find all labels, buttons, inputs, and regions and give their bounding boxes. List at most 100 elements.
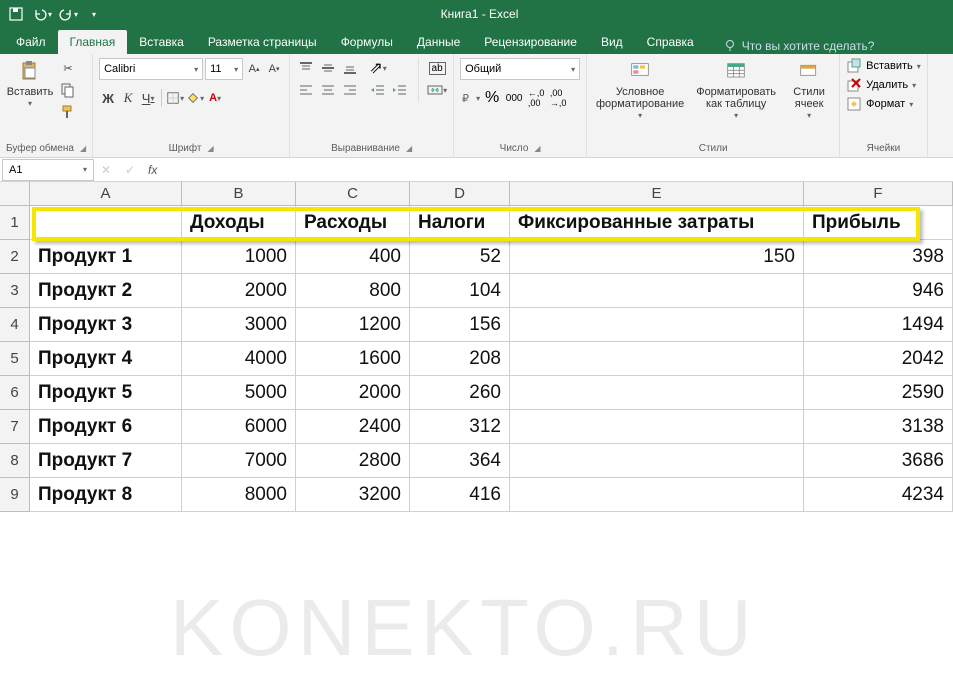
align-top-icon[interactable] xyxy=(296,58,316,78)
cell-A5[interactable]: Продукт 4 xyxy=(30,342,182,376)
row-header-3[interactable]: 3 xyxy=(0,274,30,308)
number-format-select[interactable]: Общий▾ xyxy=(460,58,580,80)
cell-C8[interactable]: 2800 xyxy=(296,444,410,478)
row-header-9[interactable]: 9 xyxy=(0,478,30,512)
cell-B9[interactable]: 8000 xyxy=(182,478,296,512)
cell-B7[interactable]: 6000 xyxy=(182,410,296,444)
col-header-E[interactable]: E xyxy=(510,182,804,205)
col-header-A[interactable]: A xyxy=(30,182,182,205)
cell-B3[interactable]: 2000 xyxy=(182,274,296,308)
cell-B8[interactable]: 7000 xyxy=(182,444,296,478)
cell-E7[interactable] xyxy=(510,410,804,444)
tab-help[interactable]: Справка xyxy=(635,30,706,54)
cell-E1[interactable]: Фиксированные затраты xyxy=(510,206,804,240)
cell-A7[interactable]: Продукт 6 xyxy=(30,410,182,444)
format-cells-button[interactable]: Формат▾ xyxy=(846,96,921,112)
cell-F6[interactable]: 2590 xyxy=(804,376,953,410)
accounting-format-icon[interactable]: ₽▾ xyxy=(460,88,480,108)
grow-font-icon[interactable]: A▴ xyxy=(245,59,263,79)
col-header-B[interactable]: B xyxy=(182,182,296,205)
cell-D9[interactable]: 416 xyxy=(410,478,510,512)
cell-C1[interactable]: Расходы xyxy=(296,206,410,240)
cell-E3[interactable] xyxy=(510,274,804,308)
comma-format-icon[interactable]: 000 xyxy=(504,88,524,108)
cell-D7[interactable]: 312 xyxy=(410,410,510,444)
tab-formulas[interactable]: Формулы xyxy=(329,30,405,54)
cell-A6[interactable]: Продукт 5 xyxy=(30,376,182,410)
cell-E2[interactable]: 150 xyxy=(510,240,804,274)
tab-insert[interactable]: Вставка xyxy=(127,30,196,54)
cell-D2[interactable]: 52 xyxy=(410,240,510,274)
cell-E4[interactable] xyxy=(510,308,804,342)
cell-C7[interactable]: 2400 xyxy=(296,410,410,444)
row-header-7[interactable]: 7 xyxy=(0,410,30,444)
cell-C9[interactable]: 3200 xyxy=(296,478,410,512)
row-header-2[interactable]: 2 xyxy=(0,240,30,274)
wrap-text-icon[interactable]: ab xyxy=(427,58,447,78)
cell-A3[interactable]: Продукт 2 xyxy=(30,274,182,308)
tell-me-search[interactable]: Что вы хотите сделать? xyxy=(706,38,875,54)
underline-button[interactable]: Ч▾ xyxy=(139,88,157,108)
align-bottom-icon[interactable] xyxy=(340,58,360,78)
tab-home[interactable]: Главная xyxy=(58,30,128,54)
tab-data[interactable]: Данные xyxy=(405,30,472,54)
tab-page-layout[interactable]: Разметка страницы xyxy=(196,30,329,54)
cell-B2[interactable]: 1000 xyxy=(182,240,296,274)
percent-format-icon[interactable]: % xyxy=(482,88,502,108)
font-color-icon[interactable]: A▾ xyxy=(206,88,224,108)
redo-icon[interactable]: ▾ xyxy=(56,2,80,26)
copy-icon[interactable] xyxy=(58,80,78,100)
cell-F9[interactable]: 4234 xyxy=(804,478,953,512)
formula-input[interactable] xyxy=(163,159,953,181)
fx-icon[interactable]: fx xyxy=(142,163,163,177)
cell-E6[interactable] xyxy=(510,376,804,410)
cell-A8[interactable]: Продукт 7 xyxy=(30,444,182,478)
cell-A1[interactable] xyxy=(30,206,182,240)
dialog-launcher-icon[interactable]: ◢ xyxy=(534,144,540,153)
cell-B1[interactable]: Доходы xyxy=(182,206,296,240)
dialog-launcher-icon[interactable]: ◢ xyxy=(406,144,412,153)
format-as-table-button[interactable]: Форматировать как таблицу▾ xyxy=(691,58,781,123)
shrink-font-icon[interactable]: A▾ xyxy=(265,59,283,79)
cell-A2[interactable]: Продукт 1 xyxy=(30,240,182,274)
cell-C6[interactable]: 2000 xyxy=(296,376,410,410)
cell-E9[interactable] xyxy=(510,478,804,512)
row-header-8[interactable]: 8 xyxy=(0,444,30,478)
align-middle-icon[interactable] xyxy=(318,58,338,78)
bold-button[interactable]: Ж xyxy=(99,88,117,108)
cell-C3[interactable]: 800 xyxy=(296,274,410,308)
decrease-decimal-icon[interactable]: ,00→,0 xyxy=(548,88,568,108)
dialog-launcher-icon[interactable]: ◢ xyxy=(207,144,213,153)
cell-D1[interactable]: Налоги xyxy=(410,206,510,240)
borders-icon[interactable]: ▾ xyxy=(166,88,184,108)
increase-indent-icon[interactable] xyxy=(390,80,410,100)
font-name-select[interactable]: Calibri▾ xyxy=(99,58,203,80)
row-header-1[interactable]: 1 xyxy=(0,206,30,240)
cell-F4[interactable]: 1494 xyxy=(804,308,953,342)
qat-customize-icon[interactable]: ▾ xyxy=(82,2,106,26)
cell-D8[interactable]: 364 xyxy=(410,444,510,478)
dialog-launcher-icon[interactable]: ◢ xyxy=(80,144,86,153)
cell-A4[interactable]: Продукт 3 xyxy=(30,308,182,342)
col-header-D[interactable]: D xyxy=(410,182,510,205)
cell-D5[interactable]: 208 xyxy=(410,342,510,376)
cell-C5[interactable]: 1600 xyxy=(296,342,410,376)
align-center-icon[interactable] xyxy=(318,80,338,100)
increase-decimal-icon[interactable]: ←,0,00 xyxy=(526,88,546,108)
name-box[interactable]: A1▾ xyxy=(2,159,94,181)
cell-D3[interactable]: 104 xyxy=(410,274,510,308)
italic-button[interactable]: К xyxy=(119,88,137,108)
align-right-icon[interactable] xyxy=(340,80,360,100)
confirm-formula-icon[interactable]: ✓ xyxy=(118,163,142,177)
row-header-6[interactable]: 6 xyxy=(0,376,30,410)
cell-B5[interactable]: 4000 xyxy=(182,342,296,376)
tab-review[interactable]: Рецензирование xyxy=(472,30,589,54)
cell-B6[interactable]: 5000 xyxy=(182,376,296,410)
col-header-C[interactable]: C xyxy=(296,182,410,205)
align-left-icon[interactable] xyxy=(296,80,316,100)
cell-styles-button[interactable]: Стили ячеек▾ xyxy=(785,58,833,123)
decrease-indent-icon[interactable] xyxy=(368,80,388,100)
tab-view[interactable]: Вид xyxy=(589,30,635,54)
format-painter-icon[interactable] xyxy=(58,102,78,122)
cancel-formula-icon[interactable]: ✕ xyxy=(94,163,118,177)
